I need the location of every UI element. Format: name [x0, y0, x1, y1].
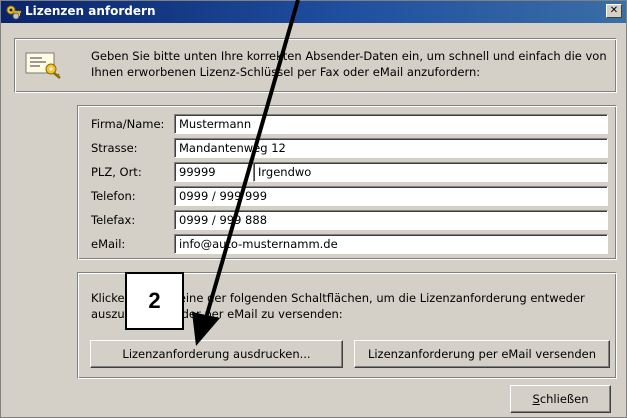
close-window-button[interactable]: ✕ — [606, 4, 622, 18]
info-text: Geben Sie bitte unten Ihre korrekten Abs… — [91, 49, 607, 79]
firma-name-field[interactable]: Mustermann — [174, 114, 608, 134]
telefon-field[interactable]: 0999 / 999 999 — [174, 186, 608, 206]
license-key-icon — [25, 52, 61, 79]
ort-field[interactable]: Irgendwo — [253, 162, 608, 182]
telefon-label: Telefon: — [91, 189, 136, 203]
telefax-field[interactable]: 0999 / 999 888 — [174, 210, 608, 230]
close-button[interactable]: Schließen — [510, 385, 611, 413]
strasse-field[interactable]: Mandantenweg 12 — [174, 138, 608, 158]
telefax-label: Telefax: — [91, 213, 136, 227]
step-callout: 2 — [125, 272, 184, 330]
close-button-mnemonic: S — [532, 392, 540, 406]
window-title: Lizenzen anfordern — [25, 4, 156, 18]
plz-field[interactable]: 99999 — [174, 162, 254, 182]
firma-label: Firma/Name: — [91, 117, 165, 131]
title-bar[interactable]: Lizenzen anfordern ✕ — [1, 1, 626, 23]
email-label: eMail: — [91, 237, 126, 251]
license-request-dialog: Lizenzen anfordern ✕ Geben Sie bitte unt… — [0, 0, 627, 418]
print-license-request-button[interactable]: Lizenzanforderung ausdrucken... — [90, 340, 343, 368]
strasse-label: Strasse: — [91, 141, 138, 155]
keys-icon — [6, 5, 22, 20]
email-license-request-button[interactable]: Lizenzanforderung per eMail versenden — [354, 340, 610, 368]
plz-ort-label: PLZ, Ort: — [91, 165, 142, 179]
email-field[interactable]: info@auto-musternamm.de — [174, 234, 608, 254]
close-button-label: chließen — [539, 392, 589, 406]
